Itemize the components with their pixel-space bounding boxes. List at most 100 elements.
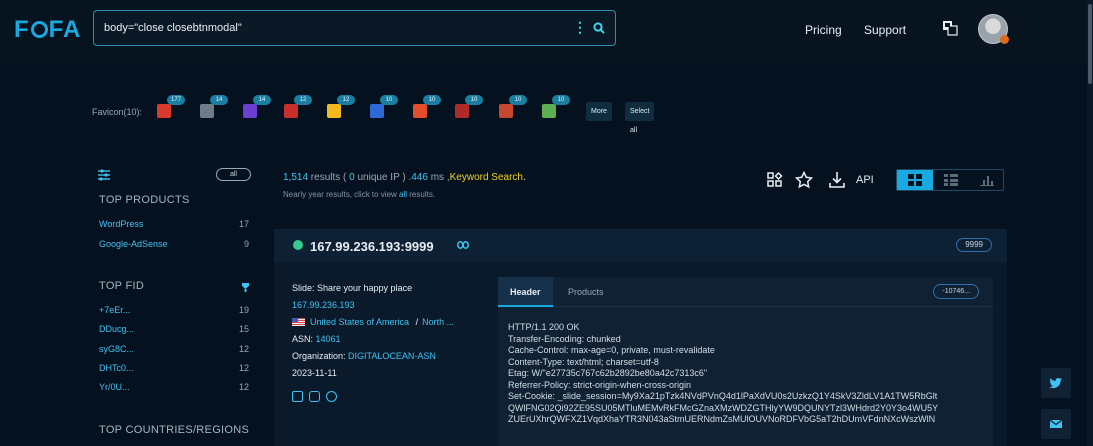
- fid-item[interactable]: Yr/0U... 12: [99, 382, 249, 392]
- fid-item[interactable]: syG8C... 12: [99, 344, 249, 354]
- favicon-filter-item[interactable]: 14: [241, 95, 271, 120]
- favicon-count-badge: 10: [552, 95, 570, 105]
- list-view-button[interactable]: [933, 170, 969, 190]
- top-countries-heading: TOP COUNTRIES/REGIONS: [99, 424, 250, 436]
- favicon-icon: [542, 104, 556, 118]
- host-ip-link[interactable]: 167.99.236.193: [292, 300, 355, 310]
- country-link[interactable]: United States of America: [310, 317, 409, 327]
- favicon-count-badge: 10: [465, 95, 483, 105]
- grid-view-button[interactable]: [897, 170, 933, 190]
- favicon-filter-item[interactable]: 177: [155, 95, 185, 120]
- result-card-header: 167.99.236.193:9999 9999: [274, 229, 1007, 262]
- product-item[interactable]: WordPress 17: [99, 219, 249, 229]
- favicon-icon: [157, 104, 171, 118]
- view-all-results-link[interactable]: all: [399, 190, 407, 199]
- fid-item[interactable]: DHTc0... 12: [99, 363, 249, 373]
- http-headers: HTTP/1.1 200 OK Transfer-Encoding: chunk…: [508, 322, 939, 424]
- favicon-count-badge: 10: [380, 95, 398, 105]
- port-badge[interactable]: 9999: [956, 238, 992, 252]
- fofa-logo[interactable]: F FA: [14, 16, 81, 44]
- link-icon[interactable]: [457, 241, 469, 249]
- results-count: 1,514: [283, 172, 309, 183]
- api-button[interactable]: API: [856, 174, 874, 186]
- favicon-filter-item[interactable]: 10: [540, 95, 570, 120]
- favicon-count-badge: 10: [509, 95, 527, 105]
- twitter-button[interactable]: [1041, 368, 1071, 398]
- favicon-filter-item[interactable]: 10: [497, 95, 527, 120]
- favicon-filter-item[interactable]: 12: [282, 95, 312, 120]
- detail-tabs: Header Products -10746...: [498, 277, 993, 307]
- language-icon[interactable]: [942, 20, 958, 36]
- favicon-icon: [327, 104, 341, 118]
- asn-link[interactable]: 14061: [316, 334, 341, 344]
- view-toggle: [896, 169, 1004, 191]
- fid-item[interactable]: +7eEr... 19: [99, 305, 249, 315]
- favicon-icon: [200, 104, 214, 118]
- star-icon[interactable]: [795, 171, 813, 189]
- screenshot-icon[interactable]: [292, 391, 303, 402]
- search-box[interactable]: body="close closebtnmodal" ⋮: [93, 10, 616, 46]
- hash-badge[interactable]: -10746...: [933, 284, 979, 299]
- top-bar: F FA body="close closebtnmodal" ⋮ Pricing…: [0, 0, 1093, 62]
- product-item[interactable]: Google-AdSense 9: [99, 239, 249, 249]
- email-button[interactable]: [1041, 409, 1071, 439]
- filter-settings-icon[interactable]: [98, 169, 110, 181]
- tab-products[interactable]: Products: [556, 277, 616, 307]
- list-icon: [944, 174, 958, 186]
- favicon-icon: [243, 104, 257, 118]
- tab-header[interactable]: Header: [498, 277, 553, 307]
- fid-item[interactable]: DDucg... 15: [99, 324, 249, 334]
- favicon-count-badge: 12: [337, 95, 355, 105]
- favicon-filter-item[interactable]: 10: [368, 95, 398, 120]
- favicon-icon: [499, 104, 513, 118]
- asn: ASN: 14061: [292, 334, 341, 344]
- fid-info-icon[interactable]: [241, 282, 250, 292]
- organization: Organization: DIGITALOCEAN-ASN: [292, 351, 436, 361]
- result-card: 167.99.236.193:9999 9999 Slide: Share yo…: [274, 229, 1007, 446]
- favicon-filter-item[interactable]: 14: [198, 95, 228, 120]
- favicon-filter-item[interactable]: 12: [325, 95, 355, 120]
- favicon-icon: [370, 104, 384, 118]
- region-link[interactable]: North ...: [422, 317, 454, 327]
- grid-icon: [908, 174, 922, 186]
- user-avatar[interactable]: [978, 14, 1009, 44]
- result-ip-port[interactable]: 167.99.236.193:9999: [310, 239, 434, 254]
- favicon-select-all-button[interactable]: Select all: [625, 102, 655, 134]
- more-options-icon[interactable]: ⋮: [573, 19, 587, 36]
- organization-link[interactable]: DIGITALOCEAN-ASN: [348, 351, 436, 361]
- favicon-count-badge: 10: [423, 95, 441, 105]
- query-time: 446: [411, 172, 428, 183]
- us-flag-icon: [292, 318, 305, 326]
- bar-chart-icon: [980, 176, 994, 186]
- status-icon: [293, 240, 303, 250]
- stats-view-button[interactable]: [969, 170, 1005, 190]
- rule-icon[interactable]: [766, 171, 784, 189]
- nav-pricing[interactable]: Pricing: [805, 23, 842, 37]
- site-title: Slide: Share your happy place: [292, 283, 413, 293]
- search-input[interactable]: body="close closebtnmodal": [104, 22, 242, 34]
- favicon-count-badge: 14: [210, 95, 228, 105]
- favicon-icon: [413, 104, 427, 118]
- search-icon[interactable]: [593, 22, 605, 34]
- location: United States of America / North ...: [292, 317, 454, 327]
- detail-panel: Header Products -10746... HTTP/1.1 200 O…: [498, 277, 993, 446]
- refresh-icon[interactable]: [326, 391, 337, 402]
- favicon-count-badge: 14: [253, 95, 271, 105]
- all-filter-toggle[interactable]: all: [216, 168, 251, 181]
- cert-icon[interactable]: [309, 391, 320, 402]
- results-summary: 1,514 results ( 0 unique IP ) .446 ms ,K…: [283, 172, 526, 183]
- results-subsummary: Nearly year results, click to view all r…: [283, 190, 436, 199]
- favicon-count-badge: 177: [167, 95, 185, 105]
- download-icon[interactable]: [828, 171, 846, 189]
- top-fid-heading: TOP FID: [99, 280, 145, 292]
- host-action-icons: [292, 389, 343, 407]
- favicon-icon: [284, 104, 298, 118]
- scan-date: 2023-11-11: [292, 368, 337, 378]
- keyword-search-link[interactable]: Keyword Search: [450, 172, 523, 183]
- favicon-filter-item[interactable]: 10: [453, 95, 483, 120]
- page-scrollbar[interactable]: [1087, 0, 1093, 446]
- favicon-more-button[interactable]: More: [586, 102, 612, 121]
- favicon-filter-item[interactable]: 10: [411, 95, 441, 120]
- favicon-count-badge: 12: [294, 95, 312, 105]
- nav-support[interactable]: Support: [864, 23, 906, 37]
